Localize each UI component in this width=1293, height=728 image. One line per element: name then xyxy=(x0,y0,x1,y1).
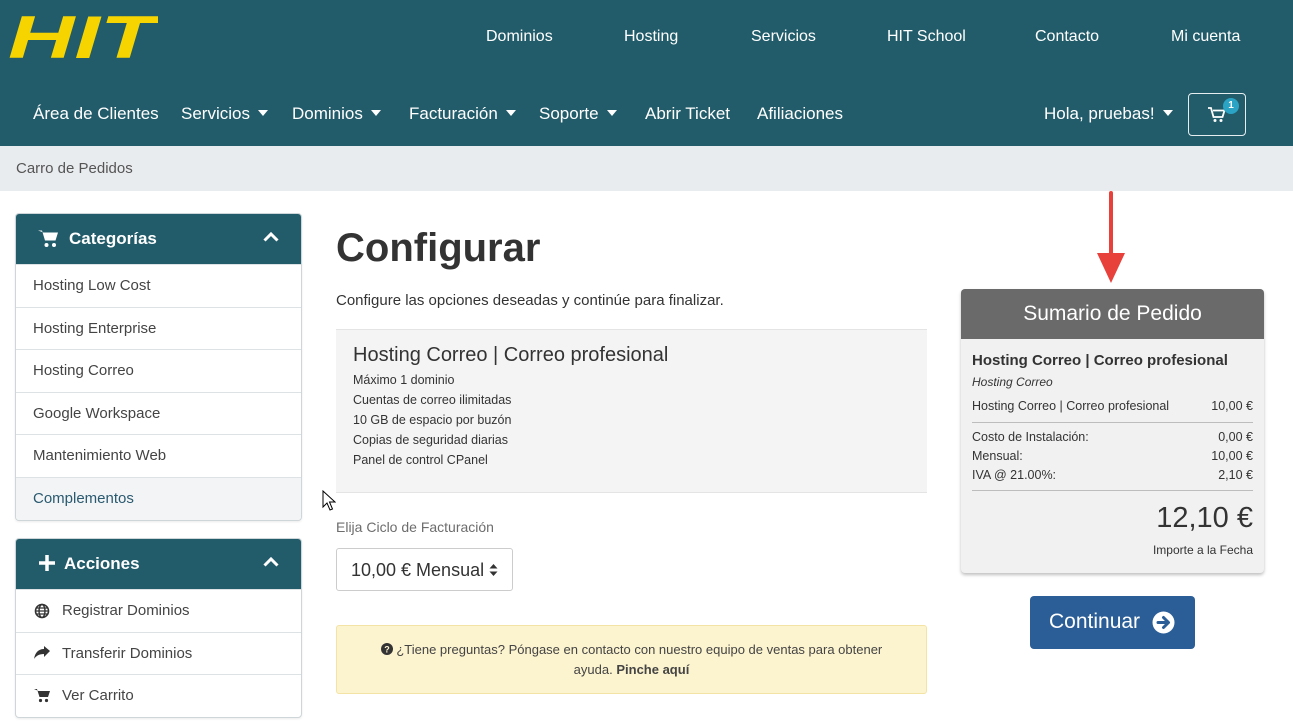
nav-afiliaciones[interactable]: Afiliaciones xyxy=(757,104,843,124)
billing-cycle-select[interactable]: 10,00 € Mensual xyxy=(336,548,513,591)
product-feature: Panel de control CPanel xyxy=(353,453,488,467)
summary-setup-fee: Costo de Instalación: 0,00 € xyxy=(972,430,1253,444)
annotation-arrow-icon xyxy=(1097,191,1125,283)
billing-cycle-value: 10,00 € Mensual xyxy=(351,560,485,580)
continue-button[interactable]: Continuar xyxy=(1030,596,1195,649)
product-info-box: Hosting Correo | Correo profesional Máxi… xyxy=(336,329,927,493)
top-nav-mi-cuenta[interactable]: Mi cuenta xyxy=(1171,28,1240,46)
sort-icon xyxy=(489,564,498,576)
top-nav-contacto[interactable]: Contacto xyxy=(1035,28,1099,46)
nav-soporte[interactable]: Soporte xyxy=(539,104,617,124)
cart-icon xyxy=(34,689,50,703)
actions-panel: Acciones Registrar Dominios Transferir D… xyxy=(15,538,302,718)
top-nav-hit-school[interactable]: HIT School xyxy=(887,28,966,46)
svg-text:?: ? xyxy=(384,645,390,655)
categories-title: Categorías xyxy=(69,229,157,248)
category-hosting-correo[interactable]: Hosting Correo xyxy=(16,349,301,392)
action-transferir-dominios[interactable]: Transferir Dominios xyxy=(16,631,301,675)
product-name: Hosting Correo | Correo profesional xyxy=(353,344,669,366)
product-feature: Cuentas de correo ilimitadas xyxy=(353,393,512,407)
action-ver-carrito[interactable]: Ver Carrito xyxy=(16,674,301,717)
summary-product-name: Hosting Correo | Correo profesional xyxy=(972,352,1228,369)
product-feature: Máximo 1 dominio xyxy=(353,373,455,387)
arrow-circle-right-icon xyxy=(1152,611,1175,634)
actions-title: Acciones xyxy=(64,554,140,573)
caret-down-icon xyxy=(505,110,516,116)
plus-icon xyxy=(39,555,55,571)
caret-down-icon xyxy=(606,110,617,116)
product-feature: Copias de seguridad diarias xyxy=(353,433,508,447)
question-circle-icon: ? xyxy=(380,643,393,655)
help-text-end: ayuda. xyxy=(573,662,613,677)
summary-line-item: Hosting Correo | Correo profesional 10,0… xyxy=(972,399,1253,413)
summary-tax: IVA @ 21.00%: 2,10 € xyxy=(972,468,1253,482)
share-arrow-icon xyxy=(34,645,50,659)
nav-servicios[interactable]: Servicios xyxy=(181,104,268,124)
nav-abrir-ticket[interactable]: Abrir Ticket xyxy=(645,104,730,124)
top-nav: Dominios Hosting Servicios HIT School Co… xyxy=(0,28,1293,50)
divider xyxy=(972,490,1253,491)
breadcrumb-current: Carro de Pedidos xyxy=(16,160,133,177)
summary-total: 12,10 € xyxy=(1156,502,1253,534)
category-google-workspace[interactable]: Google Workspace xyxy=(16,391,301,435)
caret-down-icon xyxy=(370,110,381,116)
cart-button[interactable]: 1 xyxy=(1188,93,1246,136)
cart-count-badge: 1 xyxy=(1223,98,1239,114)
globe-icon xyxy=(34,603,50,619)
actions-panel-header[interactable]: Acciones xyxy=(16,539,301,589)
site-header: HIT Dominios Hosting Servicios HIT Schoo… xyxy=(0,0,1293,146)
breadcrumb: Carro de Pedidos xyxy=(0,146,1293,191)
categories-panel-header[interactable]: Categorías xyxy=(16,214,301,264)
nav-facturacion[interactable]: Facturación xyxy=(409,104,516,124)
cart-icon xyxy=(38,230,58,247)
help-alert: ? ¿Tiene preguntas? Póngase en contacto … xyxy=(336,625,927,694)
top-nav-servicios[interactable]: Servicios xyxy=(751,28,816,46)
page-title: Configurar xyxy=(336,226,541,270)
mouse-cursor-icon xyxy=(322,490,336,511)
action-registrar-dominios[interactable]: Registrar Dominios xyxy=(16,589,301,632)
summary-monthly: Mensual: 10,00 € xyxy=(972,449,1253,463)
continue-label: Continuar xyxy=(1049,610,1141,633)
top-nav-hosting[interactable]: Hosting xyxy=(624,28,678,46)
help-link[interactable]: Pinche aquí xyxy=(616,662,689,677)
caret-down-icon xyxy=(1162,110,1173,116)
help-text: ¿Tiene preguntas? Póngase en contacto co… xyxy=(396,642,883,657)
chevron-up-icon[interactable] xyxy=(263,556,279,567)
category-mantenimiento-web[interactable]: Mantenimiento Web xyxy=(16,434,301,477)
divider xyxy=(972,422,1253,423)
category-hosting-low-cost[interactable]: Hosting Low Cost xyxy=(16,264,301,307)
chevron-up-icon[interactable] xyxy=(263,231,279,242)
summary-product-category: Hosting Correo xyxy=(972,375,1053,389)
billing-cycle-label: Elija Ciclo de Facturación xyxy=(336,519,494,535)
caret-down-icon xyxy=(257,110,268,116)
main-nav: Área de Clientes Servicios Dominios Fact… xyxy=(0,104,1293,128)
category-complementos[interactable]: Complementos xyxy=(16,476,301,520)
top-nav-dominios[interactable]: Dominios xyxy=(486,28,553,46)
user-menu[interactable]: Hola, pruebas! xyxy=(1044,104,1173,124)
nav-dominios[interactable]: Dominios xyxy=(292,104,381,124)
page-intro: Configure las opciones deseadas y contin… xyxy=(336,292,724,309)
category-hosting-enterprise[interactable]: Hosting Enterprise xyxy=(16,306,301,350)
categories-panel: Categorías Hosting Low Cost Hosting Ente… xyxy=(15,213,302,521)
summary-title: Sumario de Pedido xyxy=(961,289,1264,339)
summary-total-label: Importe a la Fecha xyxy=(1152,543,1253,557)
nav-area-clientes[interactable]: Área de Clientes xyxy=(33,104,159,124)
product-feature: 10 GB de espacio por buzón xyxy=(353,413,512,427)
order-summary: Sumario de Pedido Hosting Correo | Corre… xyxy=(961,289,1264,573)
